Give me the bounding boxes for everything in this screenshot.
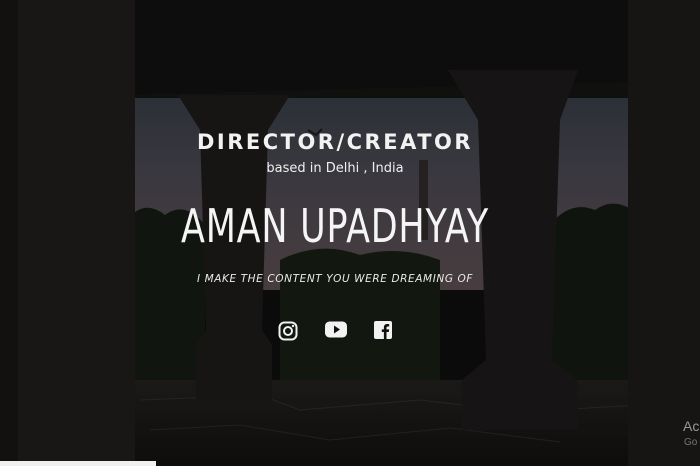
social-links — [276, 321, 400, 345]
hero-section: DIRECTOR/CREATOR based in Delhi , India … — [0, 0, 700, 466]
activation-watermark-subtitle: Go — [684, 437, 698, 448]
facebook-icon — [374, 321, 392, 339]
facebook-link[interactable] — [374, 321, 398, 345]
tagline-text: I MAKE THE CONTENT YOU WERE DREAMING OF — [196, 273, 474, 285]
youtube-link[interactable] — [325, 321, 349, 345]
activation-watermark-title: Ac — [683, 418, 700, 434]
scroll-progress-bar — [0, 461, 156, 466]
hero-content: DIRECTOR/CREATOR based in Delhi , India … — [0, 0, 700, 466]
instagram-icon — [278, 321, 298, 341]
name-title: AMAN UPADHYAY — [181, 199, 489, 253]
location-text: based in Delhi , India — [266, 161, 404, 176]
instagram-link[interactable] — [278, 321, 302, 345]
youtube-icon — [325, 321, 347, 338]
role-heading: DIRECTOR/CREATOR — [196, 130, 474, 154]
